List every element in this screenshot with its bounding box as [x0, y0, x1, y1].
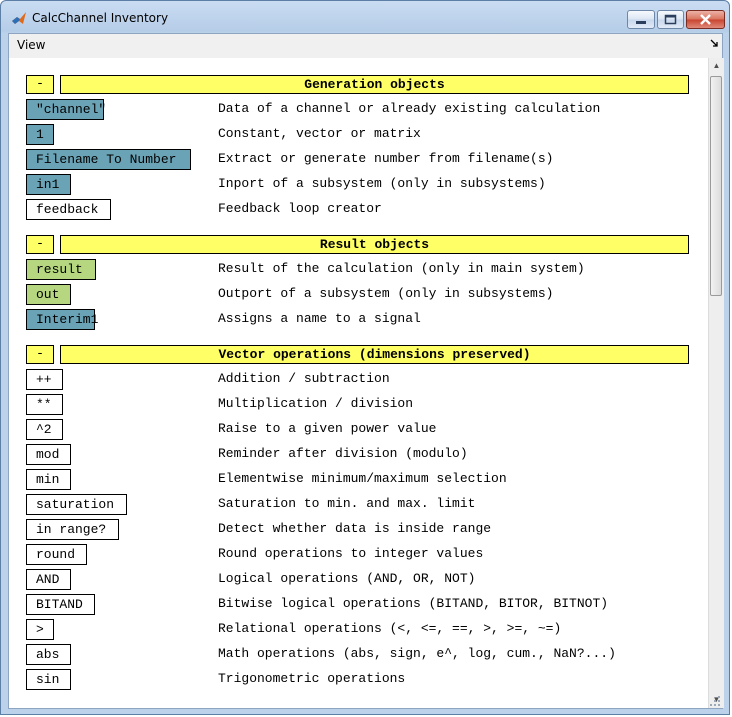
- inventory-block[interactable]: feedback: [26, 199, 111, 220]
- matlab-logo-icon: [12, 12, 26, 24]
- inventory-block[interactable]: AND: [26, 569, 71, 590]
- inventory-block[interactable]: out: [26, 284, 71, 305]
- section-header[interactable]: Generation objects: [60, 75, 689, 94]
- section-header[interactable]: Result objects: [60, 235, 689, 254]
- inventory-block[interactable]: sin: [26, 669, 71, 690]
- inventory-block[interactable]: saturation: [26, 494, 127, 515]
- inventory-block[interactable]: in1: [26, 174, 71, 195]
- inventory-block[interactable]: abs: [26, 644, 71, 665]
- resize-grip-icon[interactable]: [709, 695, 721, 707]
- scrollbar-thumb[interactable]: [710, 76, 722, 296]
- block-description: Feedback loop creator: [218, 201, 382, 216]
- section-toggle-button[interactable]: -: [26, 235, 54, 254]
- block-description: Data of a channel or already existing ca…: [218, 101, 601, 116]
- block-description: Bitwise logical operations (BITAND, BITO…: [218, 596, 609, 611]
- inventory-block[interactable]: "channel": [26, 99, 106, 120]
- maximize-button[interactable]: [657, 10, 684, 29]
- inventory-block[interactable]: BITAND: [26, 594, 95, 615]
- block-description: Trigonometric operations: [218, 671, 406, 686]
- inventory-block[interactable]: ^2: [26, 419, 63, 440]
- inventory-panel: - Generation objects "channel" Data of a ch…: [9, 58, 708, 708]
- block-description: Saturation to min. and max. limit: [218, 496, 476, 511]
- block-description: Inport of a subsystem (only in subsystem…: [218, 176, 546, 191]
- inventory-block[interactable]: Filename To Number: [26, 149, 191, 170]
- block-description: Detect whether data is inside range: [218, 521, 492, 536]
- inventory-block[interactable]: 1: [26, 124, 54, 145]
- section-header[interactable]: Vector operations (dimensions preserved): [60, 345, 689, 364]
- close-icon: [700, 14, 711, 25]
- block-description: Reminder after division (modulo): [218, 446, 468, 461]
- block-description: Assigns a name to a signal: [218, 311, 421, 326]
- minimize-button[interactable]: [627, 10, 655, 29]
- inventory-block[interactable]: round: [26, 544, 87, 565]
- inventory-block[interactable]: min: [26, 469, 71, 490]
- inventory-block[interactable]: **: [26, 394, 63, 415]
- vertical-scrollbar[interactable]: ▲ ▼: [708, 58, 724, 708]
- block-description: Multiplication / division: [218, 396, 414, 411]
- block-description: Constant, vector or matrix: [218, 126, 421, 141]
- maximize-icon: [664, 14, 677, 25]
- inventory-block[interactable]: in range?: [26, 519, 119, 540]
- block-description: Addition / subtraction: [218, 371, 390, 386]
- block-description: Round operations to integer values: [218, 546, 484, 561]
- close-button[interactable]: [686, 10, 725, 29]
- block-description: Result of the calculation (only in main …: [218, 261, 585, 276]
- section-toggle-button[interactable]: -: [26, 345, 54, 364]
- block-description: Outport of a subsystem (only in subsyste…: [218, 286, 554, 301]
- menu-bar: View: [9, 34, 722, 56]
- dock-arrow-icon[interactable]: [710, 38, 720, 48]
- title-bar[interactable]: CalcChannel Inventory: [1, 1, 729, 33]
- block-description: Math operations (abs, sign, e^, log, cum…: [218, 646, 616, 661]
- menu-view[interactable]: View: [17, 38, 45, 52]
- inventory-block[interactable]: mod: [26, 444, 71, 465]
- client-area: View - Generation objects "channel" Data of…: [8, 33, 724, 709]
- scroll-up-icon[interactable]: ▲: [710, 59, 723, 73]
- inventory-block[interactable]: >: [26, 619, 54, 640]
- block-description: Relational operations (<, <=, ==, >, >=,…: [218, 621, 562, 636]
- section-toggle-button[interactable]: -: [26, 75, 54, 94]
- block-description: Elementwise minimum/maximum selection: [218, 471, 507, 486]
- minimize-icon: [636, 21, 646, 24]
- inventory-block[interactable]: Interim1: [26, 309, 98, 330]
- app-window: CalcChannel Inventory View - Generation o…: [0, 0, 730, 715]
- block-description: Raise to a given power value: [218, 421, 437, 436]
- block-description: Extract or generate number from filename…: [218, 151, 554, 166]
- inventory-block[interactable]: ++: [26, 369, 63, 390]
- window-title: CalcChannel Inventory: [32, 11, 169, 25]
- inventory-block[interactable]: result: [26, 259, 96, 280]
- block-description: Logical operations (AND, OR, NOT): [218, 571, 476, 586]
